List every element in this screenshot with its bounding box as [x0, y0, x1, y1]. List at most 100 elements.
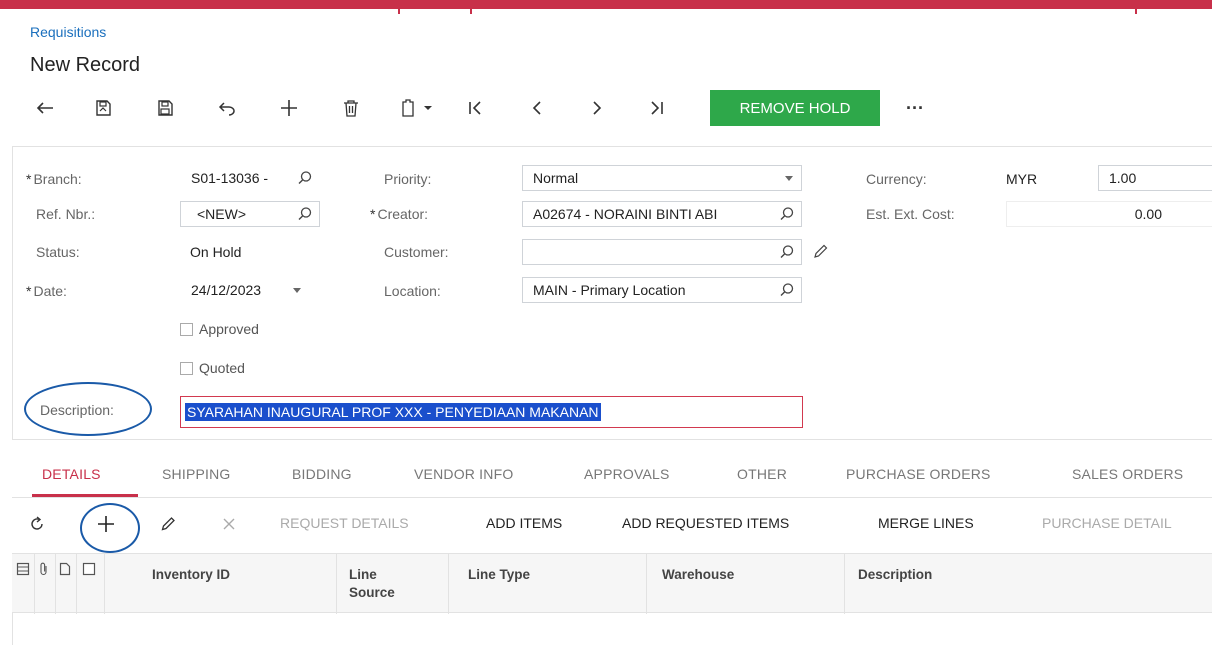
top-accent-bar: [0, 0, 1212, 14]
required-marker: *: [370, 206, 376, 222]
column-header-line-source[interactable]: Line Source: [349, 566, 395, 602]
location-label: Location:: [384, 283, 441, 299]
date-label: * Date:: [26, 283, 67, 299]
ref-nbr-field[interactable]: <NEW>: [180, 201, 320, 227]
top-bar-tick: [470, 0, 472, 14]
tab-other[interactable]: OTHER: [737, 466, 787, 482]
annotation-circle: [80, 503, 140, 553]
est-ext-cost-value: 0.00: [1134, 206, 1162, 222]
date-field[interactable]: 24/12/2023: [180, 277, 320, 303]
tab-bar: DETAILS SHIPPING BIDDING VENDOR INFO APP…: [12, 460, 1212, 498]
column-header-line-type[interactable]: Line Type: [468, 566, 530, 584]
customer-field[interactable]: [522, 239, 802, 265]
search-icon[interactable]: [297, 170, 313, 189]
next-icon[interactable]: [582, 90, 612, 126]
column-separator: [448, 554, 449, 614]
remove-hold-button[interactable]: REMOVE HOLD: [710, 90, 880, 126]
est-ext-cost-field: 0.00: [1006, 201, 1212, 227]
last-record-icon[interactable]: [642, 90, 672, 126]
add-icon[interactable]: [274, 90, 304, 126]
search-icon[interactable]: [297, 206, 313, 225]
first-record-icon[interactable]: [460, 90, 490, 126]
currency-rate-field[interactable]: 1.00: [1098, 165, 1212, 191]
branch-field[interactable]: S01-13036 -: [180, 165, 320, 191]
creator-value: A02674 - NORAINI BINTI ABI: [533, 206, 718, 222]
save-close-icon[interactable]: [88, 90, 118, 126]
tab-details[interactable]: DETAILS: [42, 466, 101, 482]
undo-icon[interactable]: [212, 90, 242, 126]
currency-code: MYR: [1006, 171, 1038, 187]
more-actions-button[interactable]: ···: [900, 90, 930, 126]
branch-label-text: Branch:: [33, 171, 82, 187]
creator-field[interactable]: A02674 - NORAINI BINTI ABI: [522, 201, 802, 227]
checkbox-box[interactable]: [180, 322, 193, 336]
tab-shipping[interactable]: SHIPPING: [162, 466, 231, 482]
grid-toolbar: REQUEST DETAILS ADD ITEMS ADD REQUESTED …: [12, 505, 1212, 543]
branch-value: S01-13036 -: [191, 170, 269, 186]
ref-nbr-label: Ref. Nbr.:: [36, 206, 96, 222]
search-icon[interactable]: [779, 206, 795, 225]
search-icon[interactable]: [779, 282, 795, 301]
column-header-inventory-id[interactable]: Inventory ID: [152, 566, 230, 584]
tab-sales-orders[interactable]: SALES ORDERS: [1072, 466, 1183, 482]
column-header-warehouse[interactable]: Warehouse: [662, 566, 734, 584]
creator-label: * Creator:: [370, 206, 428, 222]
priority-select[interactable]: Normal: [522, 165, 802, 191]
note-icon[interactable]: [59, 562, 71, 579]
tab-approvals[interactable]: APPROVALS: [584, 466, 670, 482]
location-field[interactable]: MAIN - Primary Location: [522, 277, 802, 303]
chevron-down-icon[interactable]: [293, 288, 301, 293]
line-source-line-1: Line: [349, 567, 377, 582]
refresh-icon[interactable]: [28, 515, 46, 536]
description-value: SYARAHAN INAUGURAL PROF XXX - PENYEDIAAN…: [185, 403, 601, 421]
delete-icon[interactable]: [336, 90, 366, 126]
line-source-line-2: Source: [349, 585, 395, 600]
location-value: MAIN - Primary Location: [533, 282, 686, 298]
required-marker: *: [26, 283, 32, 299]
active-tab-indicator: [32, 494, 138, 497]
purchase-details-button[interactable]: PURCHASE DETAIL: [1042, 515, 1172, 531]
customer-label: Customer:: [384, 244, 449, 260]
save-icon[interactable]: [150, 90, 180, 126]
status-label: Status:: [36, 244, 80, 260]
checkbox-box[interactable]: [180, 361, 193, 375]
column-header-description[interactable]: Description: [858, 566, 932, 584]
chevron-down-icon[interactable]: [785, 176, 793, 181]
merge-lines-button[interactable]: MERGE LINES: [878, 515, 974, 531]
breadcrumb[interactable]: Requisitions: [30, 24, 106, 40]
tab-vendor-info[interactable]: VENDOR INFO: [414, 466, 513, 482]
tab-purchase-orders[interactable]: PURCHASE ORDERS: [846, 466, 991, 482]
quoted-checkbox[interactable]: Quoted: [180, 360, 245, 376]
back-arrow-icon[interactable]: [30, 90, 60, 126]
description-field[interactable]: SYARAHAN INAUGURAL PROF XXX - PENYEDIAAN…: [180, 396, 803, 428]
column-separator: [844, 554, 845, 614]
column-separator: [34, 554, 35, 614]
search-icon[interactable]: [779, 244, 795, 263]
delete-row-icon[interactable]: [222, 517, 236, 534]
column-separator: [104, 554, 105, 614]
column-separator: [336, 554, 337, 614]
creator-label-text: Creator:: [377, 206, 429, 222]
select-all-checkbox[interactable]: [82, 562, 96, 579]
copy-paste-icon[interactable]: [396, 90, 440, 126]
column-separator: [76, 554, 77, 614]
add-items-button[interactable]: ADD ITEMS: [486, 515, 562, 531]
top-bar-tick: [1135, 0, 1137, 14]
column-separator: [646, 554, 647, 614]
priority-label: Priority:: [384, 171, 432, 187]
approved-checkbox[interactable]: Approved: [180, 321, 259, 337]
quoted-label: Quoted: [199, 360, 245, 376]
edit-pencil-icon[interactable]: [812, 244, 828, 263]
request-details-button[interactable]: REQUEST DETAILS: [280, 515, 409, 531]
grid-header: Inventory ID Line Source Line Type Wareho…: [12, 553, 1212, 614]
page-title: New Record: [30, 54, 141, 76]
annotation-circle: [24, 382, 152, 436]
column-separator: [55, 554, 56, 614]
currency-label: Currency:: [866, 171, 927, 187]
main-toolbar: REMOVE HOLD ···: [30, 90, 1210, 126]
add-requested-items-button[interactable]: ADD REQUESTED ITEMS: [622, 515, 789, 531]
edit-row-icon[interactable]: [160, 516, 176, 535]
previous-icon[interactable]: [522, 90, 552, 126]
attachment-icon[interactable]: [38, 562, 50, 579]
tab-bidding[interactable]: BIDDING: [292, 466, 352, 482]
